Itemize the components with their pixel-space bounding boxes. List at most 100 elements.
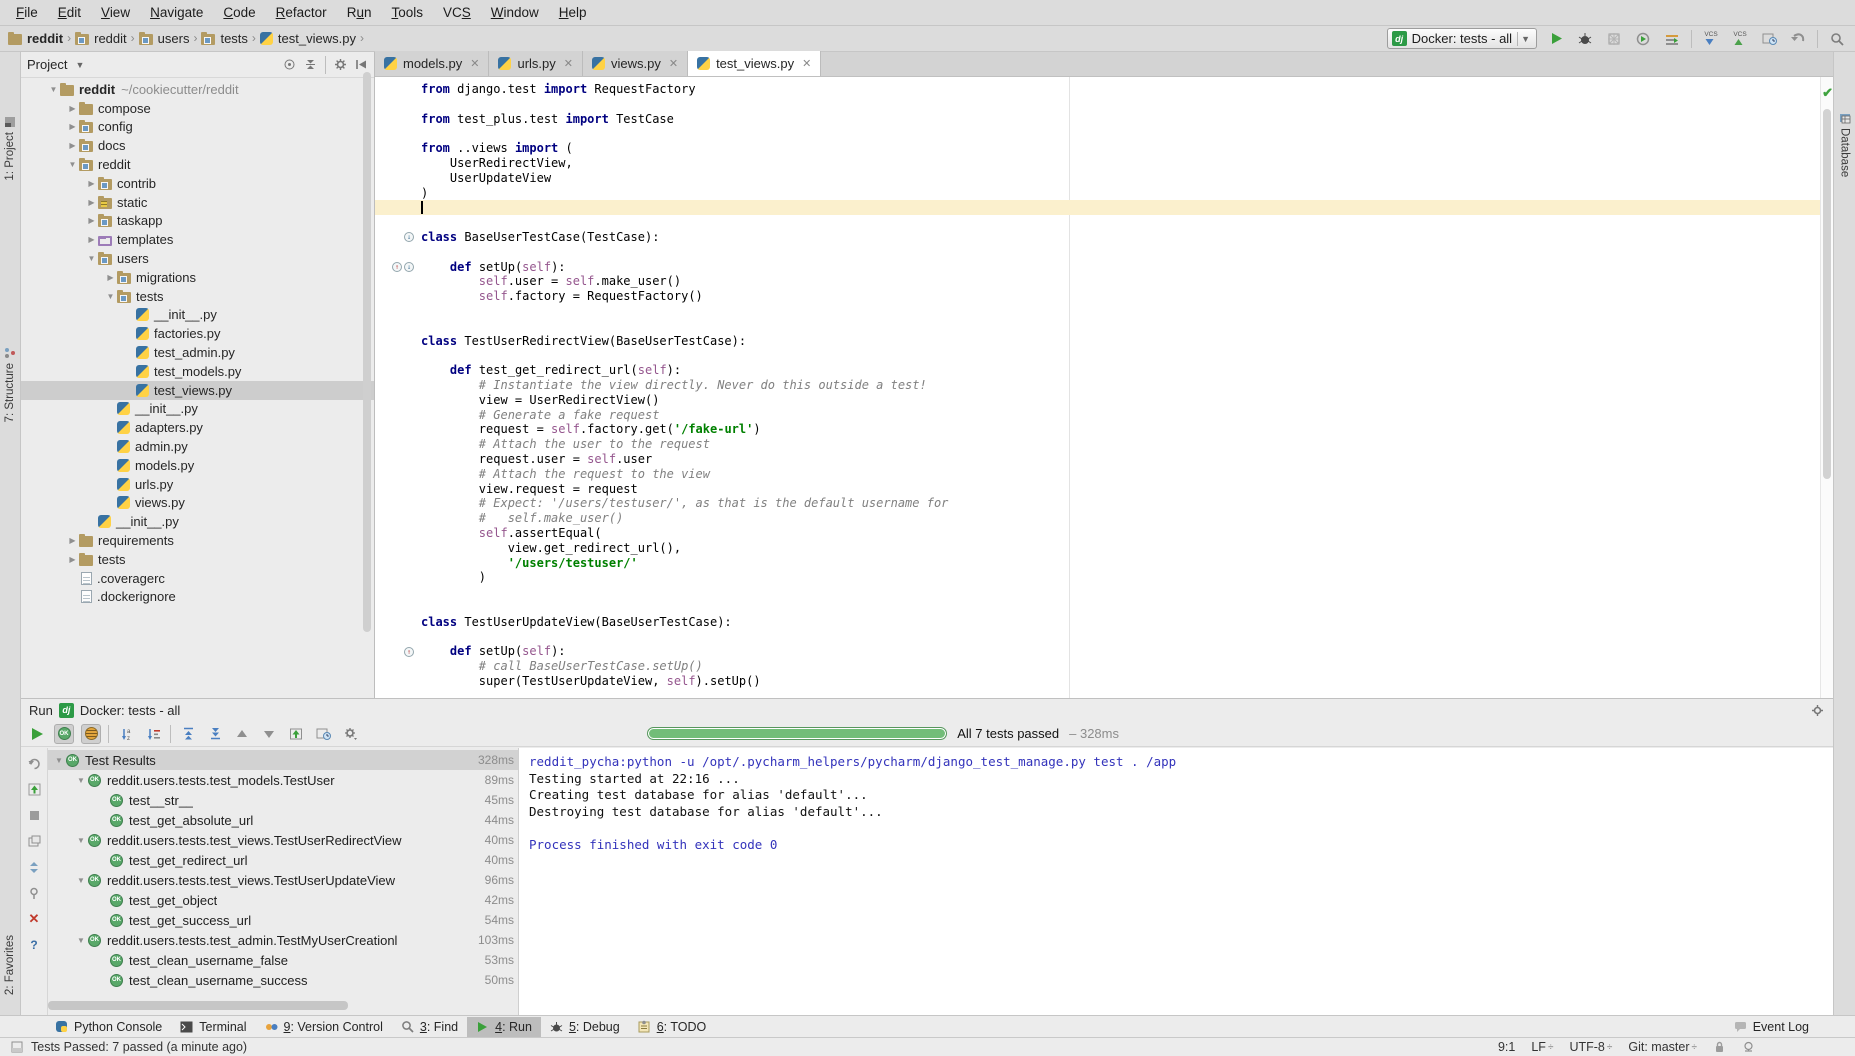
tool-window-button-6-todo[interactable]: 6: TODO <box>629 1017 716 1037</box>
project-tree-item[interactable]: admin.py <box>21 437 374 456</box>
stop-icon[interactable] <box>27 808 41 822</box>
project-tree-item[interactable]: ▶contrib <box>21 174 374 193</box>
code-editor[interactable]: from django.test import RequestFactoryfr… <box>375 77 1833 698</box>
tree-collapsed-icon[interactable]: ▶ <box>85 179 98 188</box>
test-tree-hscrollbar[interactable] <box>48 1001 518 1010</box>
run-with-coverage-button[interactable] <box>1662 29 1682 49</box>
test-history-button[interactable] <box>313 724 333 744</box>
test-result-row[interactable]: OKtest__str__45ms <box>48 790 518 810</box>
revert-button[interactable] <box>1788 29 1808 49</box>
tree-collapsed-icon[interactable]: ▶ <box>66 122 79 131</box>
editor-tab-models-py[interactable]: models.py✕ <box>375 51 489 76</box>
gear-icon[interactable] <box>334 58 347 71</box>
rerun-icon[interactable] <box>27 756 41 770</box>
test-result-row[interactable]: OKtest_clean_username_false53ms <box>48 950 518 970</box>
event-log-button[interactable]: Event Log <box>1734 1020 1809 1034</box>
tree-expanded-icon[interactable]: ▼ <box>52 756 66 765</box>
project-tree-item[interactable]: test_admin.py <box>21 343 374 362</box>
gear-icon[interactable] <box>1811 704 1824 717</box>
git-branch-widget[interactable]: Git: master÷ <box>1628 1040 1697 1054</box>
project-tree-item[interactable]: __init__.py <box>21 400 374 419</box>
tree-collapsed-icon[interactable]: ▶ <box>85 235 98 244</box>
caret-position-widget[interactable]: 9:1 <box>1498 1040 1515 1054</box>
project-tree-item[interactable]: adapters.py <box>21 418 374 437</box>
tree-collapsed-icon[interactable]: ▶ <box>85 216 98 225</box>
local-history-button[interactable] <box>1759 29 1779 49</box>
project-tree-item[interactable]: ▶config <box>21 118 374 137</box>
tree-collapsed-icon[interactable]: ▶ <box>104 273 117 282</box>
hector-inspections-icon[interactable] <box>1742 1041 1755 1054</box>
show-passed-toggle[interactable]: OK <box>54 724 74 744</box>
close-icon[interactable]: ✕ <box>27 912 41 926</box>
test-result-row[interactable]: OKtest_clean_username_success50ms <box>48 970 518 990</box>
tree-expanded-icon[interactable]: ▼ <box>47 85 60 94</box>
tree-collapsed-icon[interactable]: ▶ <box>85 198 98 207</box>
tree-expanded-icon[interactable]: ▼ <box>74 836 88 845</box>
close-icon[interactable]: ✕ <box>802 57 811 70</box>
overriding-marker-icon[interactable]: ↑ <box>392 262 402 272</box>
project-tree-item[interactable]: urls.py <box>21 475 374 494</box>
next-failed-test-button[interactable] <box>259 724 279 744</box>
overriding-marker-icon[interactable]: ↑ <box>404 647 414 657</box>
collapse-all-button[interactable] <box>205 724 225 744</box>
breadcrumb-item[interactable]: test_views.py <box>260 31 356 46</box>
tool-window-button-python-console[interactable]: Python Console <box>46 1017 171 1037</box>
project-tree-item[interactable]: test_views.py <box>21 381 374 400</box>
tree-collapsed-icon[interactable]: ▶ <box>66 555 79 564</box>
project-tree-item[interactable]: ▶static <box>21 193 374 212</box>
project-tree-item[interactable]: ▼reddit <box>21 155 374 174</box>
debug-button[interactable] <box>1575 29 1595 49</box>
previous-failed-test-button[interactable] <box>232 724 252 744</box>
toolwindow-switcher-icon[interactable] <box>10 1041 23 1054</box>
tree-expanded-icon[interactable]: ▼ <box>74 936 88 945</box>
breadcrumb-item[interactable]: users <box>139 31 190 46</box>
test-result-row[interactable]: ▼OKreddit.users.tests.test_models.TestUs… <box>48 770 518 790</box>
tool-window-button-terminal[interactable]: Terminal <box>171 1017 255 1037</box>
profiler-button[interactable] <box>1633 29 1653 49</box>
project-tree-item[interactable]: ▼users <box>21 249 374 268</box>
close-icon[interactable]: ✕ <box>669 57 678 70</box>
menu-item-help[interactable]: Help <box>549 5 597 20</box>
test-result-row[interactable]: OKtest_get_redirect_url40ms <box>48 850 518 870</box>
sort-alphabetically-button[interactable]: az <box>116 724 136 744</box>
test-result-row[interactable]: ▼OKreddit.users.tests.test_admin.TestMyU… <box>48 930 518 950</box>
tree-expanded-icon[interactable]: ▼ <box>104 292 117 301</box>
menu-item-run[interactable]: Run <box>337 5 382 20</box>
editor-tab-views-py[interactable]: views.py✕ <box>583 51 688 76</box>
line-ending-widget[interactable]: LF÷ <box>1531 1040 1553 1054</box>
status-message[interactable]: Tests Passed: 7 passed (a minute ago) <box>31 1040 247 1054</box>
locate-file-icon[interactable] <box>283 58 296 71</box>
menu-item-navigate[interactable]: Navigate <box>140 5 213 20</box>
menu-item-vcs[interactable]: VCS <box>433 5 481 20</box>
tool-window-button-5-debug[interactable]: 5: Debug <box>541 1017 629 1037</box>
project-tree-item[interactable]: test_models.py <box>21 362 374 381</box>
vcs-update-button[interactable]: VCS <box>1701 29 1721 49</box>
project-tree-item[interactable]: ▶templates <box>21 230 374 249</box>
test-result-row[interactable]: ▼OKreddit.users.tests.test_views.TestUse… <box>48 830 518 850</box>
test-console-output[interactable]: reddit_pycha:python -u /opt/.pycharm_hel… <box>518 748 1833 1015</box>
menu-item-tools[interactable]: Tools <box>381 5 433 20</box>
run-button[interactable] <box>1546 29 1566 49</box>
test-result-row[interactable]: ▼OKreddit.users.tests.test_views.TestUse… <box>48 870 518 890</box>
tool-button-database[interactable]: Database <box>1834 112 1855 177</box>
project-tree-item[interactable]: ▶migrations <box>21 268 374 287</box>
collapse-all-icon[interactable] <box>304 58 317 71</box>
project-tree-item[interactable]: ▶taskapp <box>21 212 374 231</box>
restore-layout-icon[interactable] <box>27 834 41 848</box>
test-settings-gear-icon[interactable] <box>340 724 360 744</box>
close-icon[interactable]: ✕ <box>470 57 479 70</box>
project-tree-item[interactable]: ▶docs <box>21 136 374 155</box>
overridden-marker-icon[interactable]: ↓ <box>404 262 414 272</box>
project-tree-item[interactable]: models.py <box>21 456 374 475</box>
project-tree-item[interactable]: ▼tests <box>21 287 374 306</box>
breadcrumb-item[interactable]: reddit <box>75 31 127 46</box>
breadcrumb-item[interactable]: reddit <box>8 31 63 46</box>
tree-expanded-icon[interactable]: ▼ <box>74 876 88 885</box>
tool-button-project[interactable]: 1: Project <box>0 116 20 181</box>
test-result-row[interactable]: OKtest_get_absolute_url44ms <box>48 810 518 830</box>
editor-tab-urls-py[interactable]: urls.py✕ <box>489 51 583 76</box>
menu-item-edit[interactable]: Edit <box>48 5 91 20</box>
expand-all-button[interactable] <box>178 724 198 744</box>
run-configuration-select[interactable]: dj Docker: tests - all ▼ <box>1387 28 1537 49</box>
project-tree-item[interactable]: factories.py <box>21 324 374 343</box>
